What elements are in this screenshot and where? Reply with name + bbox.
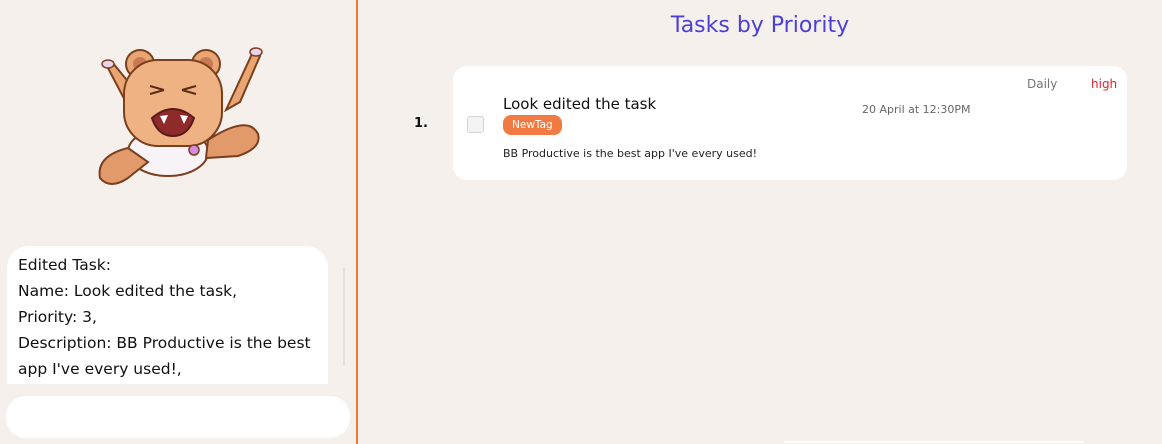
task-card[interactable]: Look edited the task NewTag BB Productiv… bbox=[453, 66, 1127, 180]
divider bbox=[784, 441, 1084, 443]
task-priority-label: high bbox=[1091, 77, 1118, 91]
chat-message-bubble: Edited Task: Name: Look edited the task,… bbox=[7, 246, 328, 384]
chat-input[interactable] bbox=[6, 396, 350, 438]
task-description: BB Productive is the best app I've every… bbox=[503, 147, 757, 160]
bear-mascot-icon bbox=[98, 47, 263, 185]
bubble-line-description: Description: BB Productive is the best bbox=[18, 334, 311, 352]
bubble-line-description-cont: app I've every used!, bbox=[18, 360, 182, 378]
bubble-line-priority: Priority: 3, bbox=[18, 308, 97, 326]
page-title: Tasks by Priority bbox=[670, 13, 850, 38]
bubble-line-header: Edited Task: bbox=[18, 256, 111, 274]
bubble-line-name: Name: Look edited the task, bbox=[18, 282, 238, 300]
task-due-date: 20 April at 12:30PM bbox=[862, 103, 971, 116]
chat-scrollbar[interactable] bbox=[343, 268, 345, 366]
task-index: 1. bbox=[414, 116, 428, 131]
task-name: Look edited the task bbox=[503, 95, 657, 113]
task-repeat-label: Daily bbox=[1027, 77, 1058, 91]
task-complete-checkbox[interactable] bbox=[467, 116, 484, 133]
chat-panel: Edited Task: Name: Look edited the task,… bbox=[0, 0, 358, 444]
task-tag[interactable]: NewTag bbox=[503, 115, 562, 135]
